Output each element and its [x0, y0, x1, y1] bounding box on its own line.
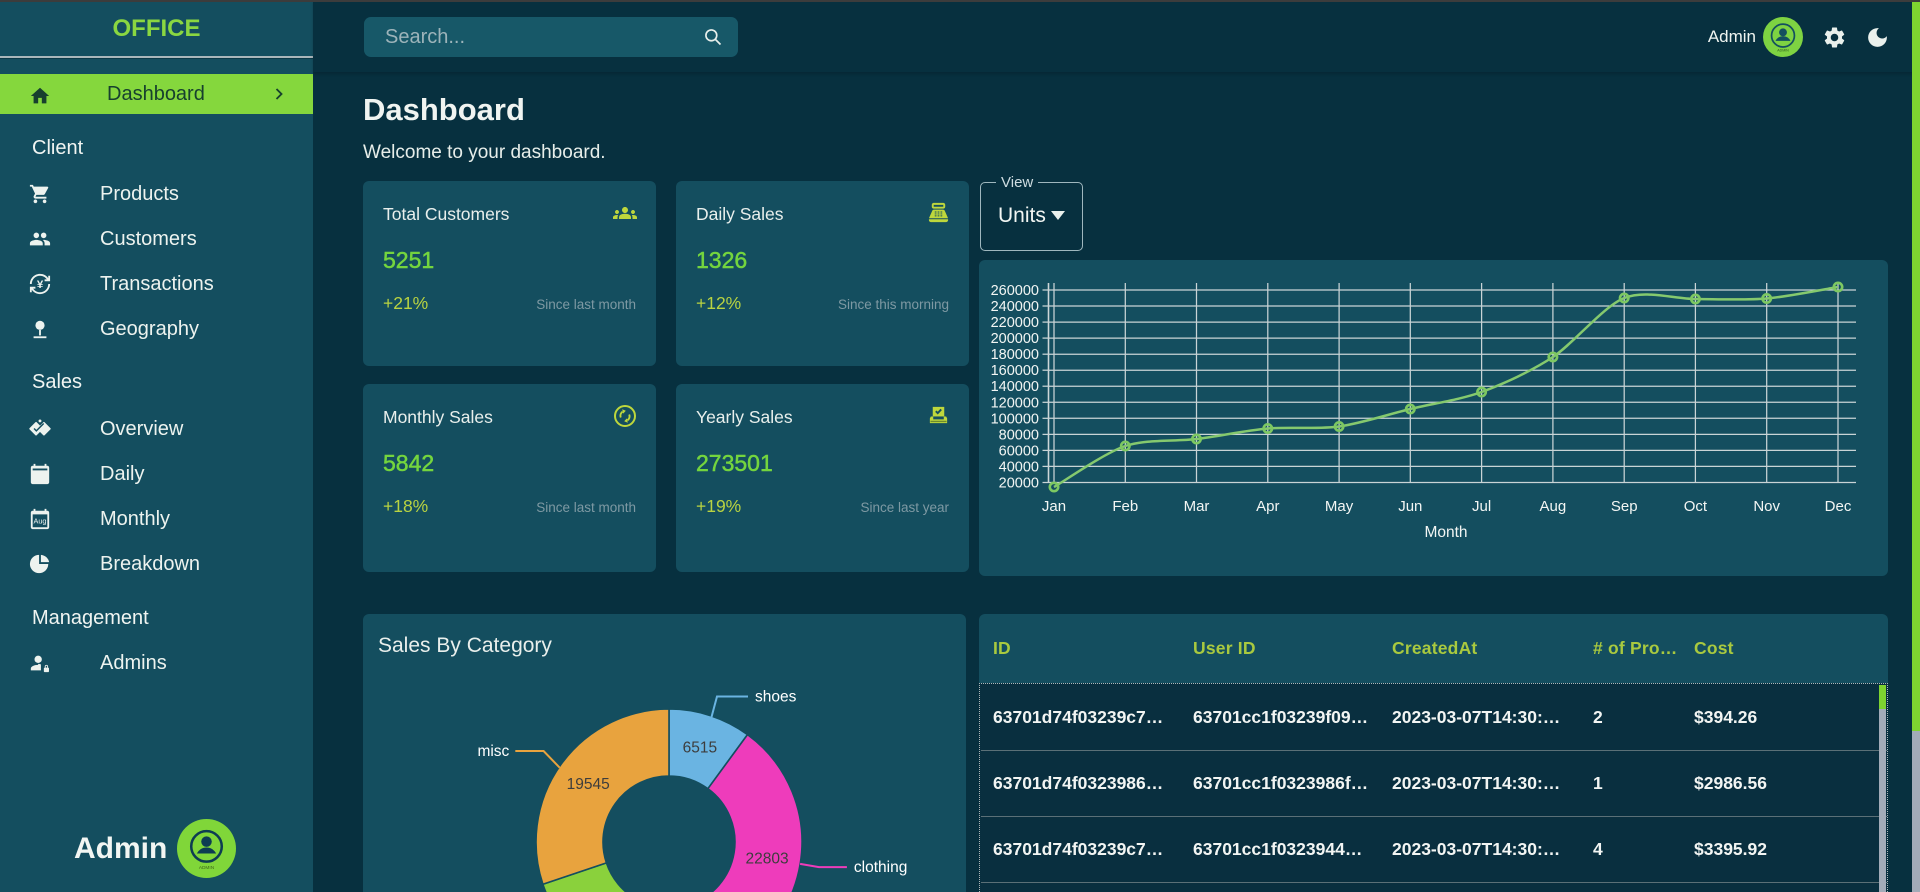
svg-text:60000: 60000: [999, 443, 1039, 459]
svg-text:120000: 120000: [991, 395, 1039, 411]
svg-text:Sep: Sep: [1611, 498, 1638, 515]
svg-text:Nov: Nov: [1753, 498, 1780, 515]
svg-text:220000: 220000: [991, 315, 1039, 331]
svg-text:240000: 240000: [991, 299, 1039, 315]
svg-text:22803: 22803: [746, 850, 789, 867]
svg-text:Jun: Jun: [1398, 498, 1422, 515]
svg-text:Jul: Jul: [1472, 498, 1491, 515]
svg-text:clothing: clothing: [854, 859, 907, 876]
svg-text:200000: 200000: [991, 331, 1039, 347]
svg-text:160000: 160000: [991, 363, 1039, 379]
svg-text:Oct: Oct: [1684, 498, 1708, 515]
svg-text:shoes: shoes: [755, 689, 797, 706]
svg-text:6515: 6515: [683, 739, 717, 756]
svg-text:80000: 80000: [999, 427, 1039, 443]
svg-text:Jan: Jan: [1042, 498, 1066, 515]
svg-text:40000: 40000: [999, 459, 1039, 475]
svg-text:Dec: Dec: [1825, 498, 1852, 515]
svg-text:ADMIN: ADMIN: [1777, 48, 1789, 52]
svg-text:May: May: [1325, 498, 1354, 515]
svg-text:ADMIN: ADMIN: [199, 865, 215, 871]
svg-text:20000: 20000: [999, 476, 1039, 492]
svg-text:misc: misc: [477, 743, 509, 760]
svg-text:140000: 140000: [991, 379, 1039, 395]
svg-text:180000: 180000: [991, 347, 1039, 363]
svg-text:260000: 260000: [991, 283, 1039, 299]
svg-text:Feb: Feb: [1112, 498, 1138, 515]
svg-text:100000: 100000: [991, 411, 1039, 427]
svg-text:Apr: Apr: [1256, 498, 1279, 515]
svg-text:Mar: Mar: [1184, 498, 1210, 515]
svg-text:19545: 19545: [567, 776, 610, 793]
svg-text:¥: ¥: [37, 279, 44, 291]
svg-text:Month: Month: [1424, 524, 1467, 541]
svg-text:Aug: Aug: [33, 517, 46, 526]
svg-text:Aug: Aug: [1540, 498, 1567, 515]
